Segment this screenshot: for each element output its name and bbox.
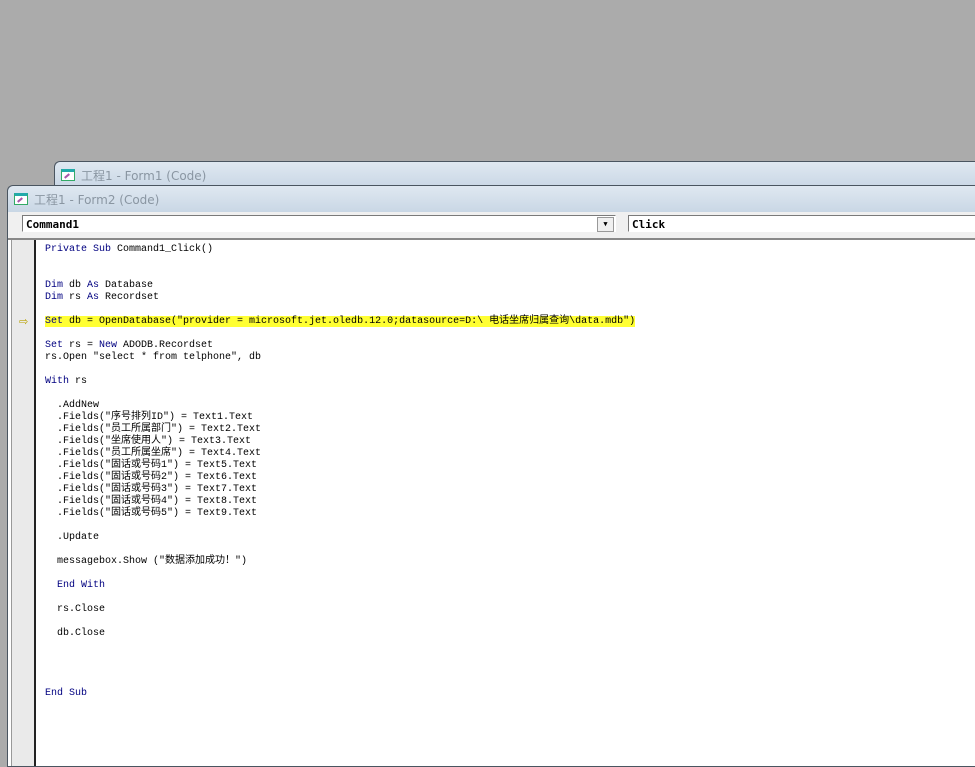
code-token: .Fields("固话或号码1") = Text5.Text [45,460,258,471]
code-line[interactable]: .Fields("员工所属坐席") = Text4.Text [45,448,635,460]
code-line[interactable] [45,520,635,532]
chevron-down-icon[interactable]: ▼ [597,217,614,232]
code-line[interactable] [45,544,635,556]
code-token: .Fields("固话或号码4") = Text8.Text [45,496,258,507]
code-token: db [69,280,88,291]
code-line[interactable]: .Fields("坐席使用人") = Text3.Text [45,436,635,448]
code-token: .AddNew [45,400,100,411]
procedure-dropdown[interactable]: Click [628,215,975,232]
code-editor[interactable]: ⇨ Private Sub Command1_Click() Dim db As … [8,238,975,766]
code-token: rs [69,292,88,303]
code-line[interactable] [45,268,635,280]
code-line[interactable]: .Fields("固话或号码1") = Text5.Text [45,460,635,472]
code-token: messagebox.Show ("数据添加成功！") [45,556,248,567]
code-line[interactable]: db.Close [45,628,635,640]
code-line[interactable]: .Fields("员工所属部门") = Text2.Text [45,424,635,436]
code-line[interactable]: rs.Open "select * from telphone", db [45,352,635,364]
object-dropdown-value: Command1 [26,218,79,231]
code-line[interactable]: .Fields("序号排列ID") = Text1.Text [45,412,635,424]
code-token: ADODB.Recordset [123,340,214,351]
keyword: End Sub [45,688,88,699]
form2-title-bar[interactable]: 工程1 - Form2 (Code) [8,186,975,212]
code-token: db = OpenDatabase("provider = microsoft.… [69,316,636,327]
keyword: New [99,340,124,351]
code-line[interactable] [45,664,635,676]
code-line[interactable]: .AddNew [45,400,635,412]
keyword: Set [45,340,70,351]
code-token: .Fields("固话或号码3") = Text7.Text [45,484,258,495]
code-line[interactable]: Private Sub Command1_Click() [45,244,635,256]
code-token: db.Close [45,628,106,639]
code-line[interactable]: Set rs = New ADODB.Recordset [45,340,635,352]
code-line-current[interactable]: Set db = OpenDatabase("provider = micros… [45,316,636,328]
code-line[interactable]: .Fields("固话或号码4") = Text8.Text [45,496,635,508]
combo-bar: Command1 ▼ Click [8,212,975,238]
keyword: As [87,292,106,303]
keyword: Dim [45,280,70,291]
keyword: Dim [45,292,70,303]
code-token: .Fields("序号排列ID") = Text1.Text [45,412,254,423]
code-line[interactable] [45,592,635,604]
object-dropdown[interactable]: Command1 ▼ [22,215,616,232]
code-token: Database [105,280,154,291]
code-line[interactable] [45,388,635,400]
keyword: End With [57,580,106,591]
code-line[interactable] [45,256,635,268]
indicator-margin[interactable]: ⇨ [11,240,36,766]
code-token: .Fields("员工所属坐席") = Text4.Text [45,448,262,459]
code-token: Recordset [105,292,160,303]
code-line[interactable]: Dim db As Database [45,280,635,292]
code-line[interactable]: .Fields("固话或号码2") = Text6.Text [45,472,635,484]
code-line[interactable] [45,304,635,316]
code-line[interactable]: messagebox.Show ("数据添加成功！") [45,556,635,568]
code-token: .Fields("员工所属部门") = Text2.Text [45,424,262,435]
code-line[interactable]: .Fields("固话或号码3") = Text7.Text [45,484,635,496]
code-line[interactable] [45,568,635,580]
keyword: Set [45,316,70,327]
code-line[interactable]: End Sub [45,688,635,700]
keyword: With [45,376,76,387]
code-token: rs [75,376,88,387]
code-line[interactable] [45,616,635,628]
code-line[interactable]: .Fields("固话或号码5") = Text9.Text [45,508,635,520]
form1-title: 工程1 - Form1 (Code) [81,168,207,183]
code-token: Command1_Click() [117,244,214,255]
keyword: As [87,280,106,291]
current-line-arrow-icon: ⇨ [19,315,29,328]
code-token: rs = [69,340,100,351]
code-line[interactable] [45,364,635,376]
form2-title: 工程1 - Form2 (Code) [34,192,160,207]
code-line[interactable] [45,652,635,664]
code-token: .Fields("固话或号码2") = Text6.Text [45,472,258,483]
code-token: rs.Open "select * from telphone", db [45,352,262,363]
code-token: .Fields("固话或号码5") = Text9.Text [45,508,258,519]
keyword: Private Sub [45,244,118,255]
code-token: .Update [45,532,100,543]
code-token: rs.Close [45,604,106,615]
code-line[interactable] [45,676,635,688]
procedure-dropdown-value: Click [632,218,666,231]
code-line[interactable]: rs.Close [45,604,635,616]
code-token: .Fields("坐席使用人") = Text3.Text [45,436,252,447]
code-line[interactable]: Dim rs As Recordset [45,292,635,304]
code-line[interactable] [45,328,635,340]
code-line[interactable]: End With [45,580,635,592]
form2-code-window[interactable]: 工程1 - Form2 (Code) Command1 ▼ Click ⇨ Pr… [7,185,975,767]
code-line[interactable] [45,640,635,652]
code-window-icon [61,169,75,181]
code-line[interactable]: .Update [45,532,635,544]
code-line[interactable]: With rs [45,376,635,388]
code-window-icon [14,193,28,205]
code-text[interactable]: Private Sub Command1_Click() Dim db As Da… [45,244,636,700]
